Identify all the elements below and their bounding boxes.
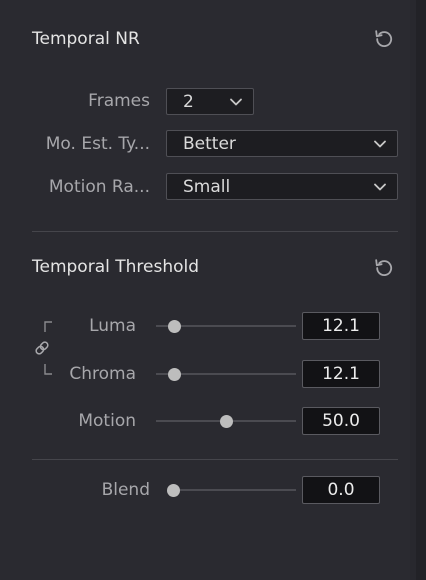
chroma-label: Chroma <box>69 364 136 384</box>
blend-label: Blend <box>101 480 150 500</box>
section-divider <box>32 231 398 232</box>
reset-icon-glyph <box>375 259 393 276</box>
section-divider <box>32 459 398 460</box>
motion-estimation-type-value: Better <box>183 133 236 154</box>
frames-dropdown[interactable]: 2 <box>166 88 254 115</box>
section-title-temporal-nr: Temporal NR <box>32 29 140 49</box>
reset-icon[interactable] <box>373 27 395 49</box>
luma-value-field[interactable] <box>302 312 380 340</box>
frames-value: 2 <box>183 91 194 112</box>
chevron-down-icon <box>373 182 387 192</box>
slider-thumb[interactable] <box>167 484 180 497</box>
luma-chroma-link[interactable] <box>30 318 54 380</box>
blend-slider[interactable] <box>167 480 296 500</box>
motion-range-value: Small <box>183 176 231 197</box>
blend-value-field[interactable] <box>302 476 380 504</box>
temporal-nr-panel: Temporal NR Frames 2 Mo. Est. Ty... Bett… <box>0 0 410 580</box>
reset-icon[interactable] <box>373 256 395 278</box>
chroma-value-field[interactable] <box>302 360 380 388</box>
motion-estimation-type-dropdown[interactable]: Better <box>166 130 398 157</box>
frames-label: Frames <box>88 91 150 111</box>
luma-label: Luma <box>89 316 136 336</box>
panel-scrollbar[interactable] <box>416 0 426 580</box>
motion-range-dropdown[interactable]: Small <box>166 173 398 200</box>
motion-slider[interactable] <box>156 411 296 431</box>
motion-estimation-type-label: Mo. Est. Ty... <box>45 134 150 154</box>
slider-thumb[interactable] <box>168 368 182 381</box>
chroma-slider[interactable] <box>156 364 296 384</box>
reset-icon-glyph <box>375 30 393 47</box>
chevron-down-icon <box>373 139 387 149</box>
slider-thumb[interactable] <box>220 415 233 428</box>
luma-slider[interactable] <box>156 316 296 336</box>
motion-range-label: Motion Ra... <box>48 177 150 197</box>
slider-track <box>173 489 296 491</box>
motion-value-field[interactable] <box>302 407 380 435</box>
motion-label: Motion <box>78 411 136 431</box>
slider-thumb[interactable] <box>168 320 182 333</box>
link-icon <box>35 341 49 355</box>
section-title-temporal-threshold: Temporal Threshold <box>32 257 200 277</box>
chevron-down-icon <box>229 97 243 107</box>
